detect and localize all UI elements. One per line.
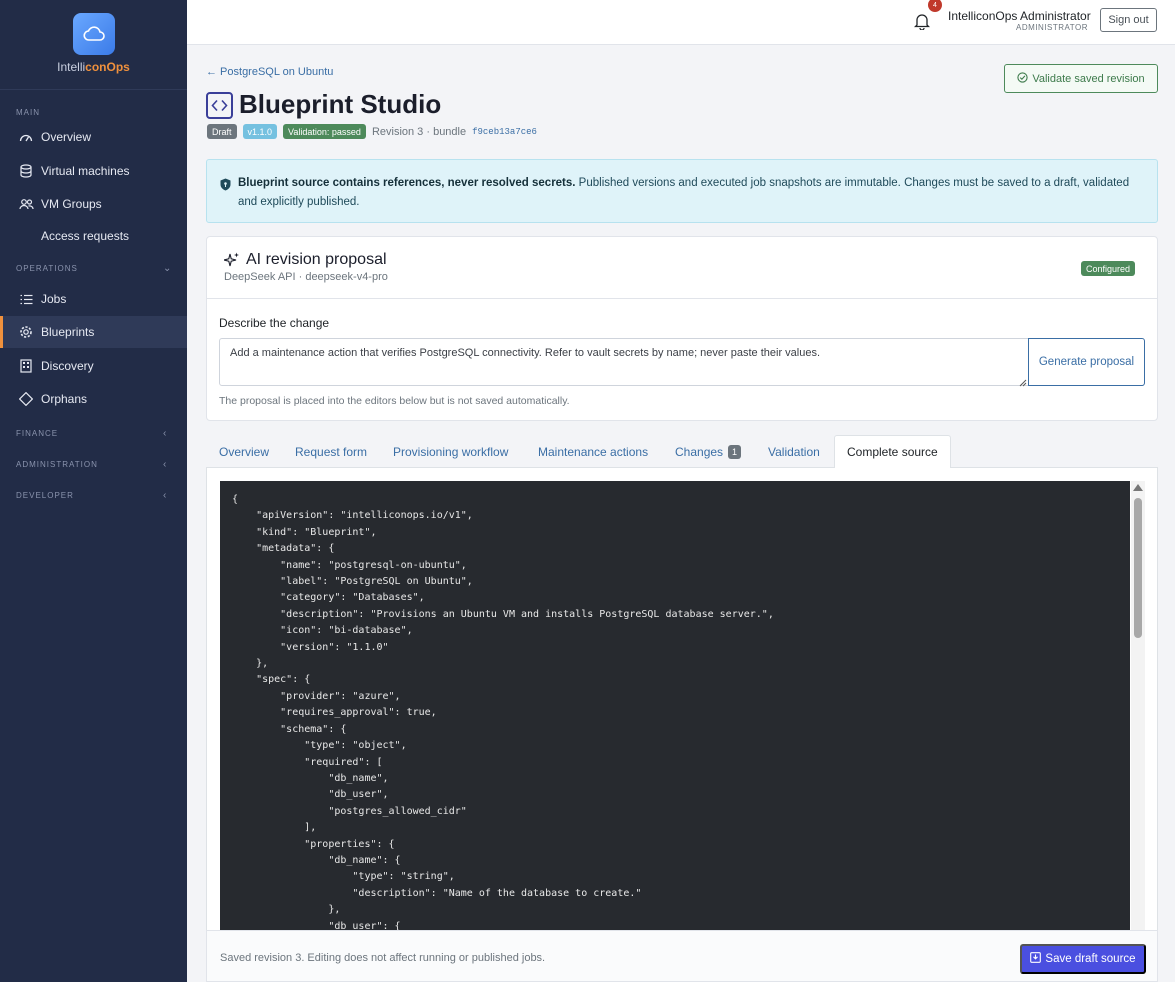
- sidebar-item-access-requests[interactable]: Access requests: [0, 220, 187, 252]
- version-badge: v1.1.0: [242, 124, 278, 139]
- complete-source-panel: { "apiVersion": "intelliconops.io/v1", "…: [206, 468, 1158, 982]
- ai-card-title: AI revision proposal: [246, 251, 387, 268]
- tab-overview[interactable]: Overview: [219, 435, 269, 468]
- info-alert: Blueprint source contains references, ne…: [206, 159, 1158, 223]
- sidebar-item-label: Jobs: [41, 292, 67, 306]
- tab-complete-source[interactable]: Complete source: [834, 435, 951, 469]
- sidebar-item-overview[interactable]: Overview: [0, 121, 187, 153]
- sidebar-item-label: Blueprints: [41, 325, 95, 339]
- sidebar-item-label: VM Groups: [41, 197, 102, 211]
- database-icon: [18, 163, 34, 179]
- sidebar: IntelliconOps MAIN Overview Virtual mach…: [0, 0, 187, 982]
- sidebar-item-discovery[interactable]: Discovery: [0, 350, 187, 382]
- check-circle-icon: [1017, 71, 1028, 86]
- sidebar-item-virtual-machines[interactable]: Virtual machines: [0, 155, 187, 187]
- validate-saved-revision-button[interactable]: Validate saved revision: [1004, 64, 1158, 93]
- topbar: 4 IntelliconOps Administrator ADMINISTRA…: [187, 0, 1175, 45]
- generate-proposal-button[interactable]: Generate proposal: [1028, 338, 1145, 386]
- gear-icon: [18, 324, 34, 340]
- scrollbar-thumb[interactable]: [1134, 498, 1142, 638]
- save-icon: [1030, 952, 1042, 966]
- tab-request-form[interactable]: Request form: [295, 435, 367, 468]
- speedometer-icon: [18, 129, 34, 145]
- sidebar-item-vm-groups[interactable]: VM Groups: [0, 188, 187, 220]
- nav-section-developer[interactable]: DEVELOPER ‹: [16, 490, 166, 501]
- describe-change-label: Describe the change: [219, 316, 330, 330]
- status-badges: Draft v1.1.0 Validation: passed Revision…: [207, 124, 537, 139]
- alert-bold-text: Blueprint source contains references, ne…: [238, 177, 576, 189]
- list-icon: [18, 291, 34, 307]
- tab-provisioning-workflow[interactable]: Provisioning workflow: [393, 435, 508, 468]
- chevron-down-icon: ⌄: [163, 263, 173, 274]
- people-icon: [18, 196, 34, 212]
- notification-count-badge: 4: [928, 0, 942, 12]
- editor-footer: Saved revision 3. Editing does not affec…: [206, 930, 1158, 982]
- validate-label: Validate saved revision: [1032, 72, 1145, 85]
- scroll-up-arrow-icon[interactable]: [1133, 484, 1143, 491]
- brand: IntelliconOps: [0, 0, 187, 90]
- sidebar-item-orphans[interactable]: Orphans: [0, 383, 187, 415]
- tab-changes[interactable]: Changes 1: [675, 435, 742, 468]
- cloud-logo-icon[interactable]: [73, 13, 115, 55]
- nav-section-operations[interactable]: OPERATIONS ⌄: [16, 263, 171, 274]
- source-code[interactable]: { "apiVersion": "intelliconops.io/v1", "…: [232, 492, 774, 931]
- chevron-left-icon: ‹: [163, 490, 168, 501]
- sidebar-item-label: Orphans: [41, 392, 88, 406]
- sidebar-item-jobs[interactable]: Jobs: [0, 283, 187, 315]
- save-draft-source-button[interactable]: Save draft source: [1020, 944, 1146, 974]
- changes-count-badge: 1: [728, 444, 742, 459]
- ai-card-header: AI revision proposal DeepSeek API · deep…: [207, 237, 1157, 299]
- editor-scrollbar[interactable]: [1131, 481, 1145, 931]
- tab-validation[interactable]: Validation: [768, 435, 820, 468]
- back-link[interactable]: ← PostgreSQL on Ubuntu: [206, 66, 333, 78]
- bundle-hash: f9ceb13a7ce6: [472, 126, 537, 137]
- nav-section-administration[interactable]: ADMINISTRATION ‹: [16, 459, 166, 470]
- blueprint-tabs: Overview Request form Provisioning workf…: [206, 435, 1158, 469]
- sign-out-button[interactable]: Sign out: [1100, 8, 1157, 32]
- revision-text: Revision 3 · bundle: [371, 125, 467, 138]
- draft-badge: Draft: [207, 124, 237, 139]
- ai-revision-card: AI revision proposal DeepSeek API · deep…: [206, 236, 1158, 421]
- sidebar-item-blueprints[interactable]: Blueprints: [0, 316, 187, 348]
- sparkle-icon: [223, 252, 240, 271]
- tab-maintenance-actions[interactable]: Maintenance actions: [538, 435, 648, 468]
- sidebar-item-label: Virtual machines: [41, 164, 130, 178]
- page-title: Blueprint Studio: [239, 89, 442, 119]
- chevron-left-icon: ‹: [163, 459, 168, 470]
- change-description-input[interactable]: Add a maintenance action that verifies P…: [219, 338, 1029, 386]
- source-code-editor[interactable]: { "apiVersion": "intelliconops.io/v1", "…: [220, 481, 1130, 931]
- code-icon: [206, 92, 233, 119]
- nav-section-main: MAIN: [16, 108, 40, 117]
- chevron-left-icon: ‹: [163, 428, 168, 439]
- tab-label: Changes: [675, 444, 724, 459]
- bell-icon[interactable]: [913, 12, 931, 31]
- ai-provider: DeepSeek API · deepseek-v4-pro: [224, 271, 388, 283]
- save-label: Save draft source: [1045, 953, 1136, 965]
- sidebar-item-label: Access requests: [41, 229, 130, 243]
- sidebar-item-label: Discovery: [41, 359, 94, 373]
- proposal-note: The proposal is placed into the editors …: [219, 395, 570, 407]
- validation-badge: Validation: passed: [283, 124, 366, 139]
- user-role: ADMINISTRATOR: [1016, 23, 1088, 32]
- nav-section-finance[interactable]: FINANCE ‹: [16, 428, 166, 439]
- shield-icon: [220, 178, 231, 198]
- resize-handle-icon[interactable]: [1019, 376, 1027, 387]
- sidebar-item-label: Overview: [41, 130, 92, 144]
- configured-badge: Configured: [1081, 261, 1136, 276]
- brand-name: IntelliconOps: [57, 60, 130, 74]
- diamond-icon: [18, 391, 34, 407]
- user-name: IntelliconOps Administrator: [948, 9, 1091, 23]
- building-icon: [18, 358, 34, 374]
- saved-revision-note: Saved revision 3. Editing does not affec…: [220, 952, 546, 964]
